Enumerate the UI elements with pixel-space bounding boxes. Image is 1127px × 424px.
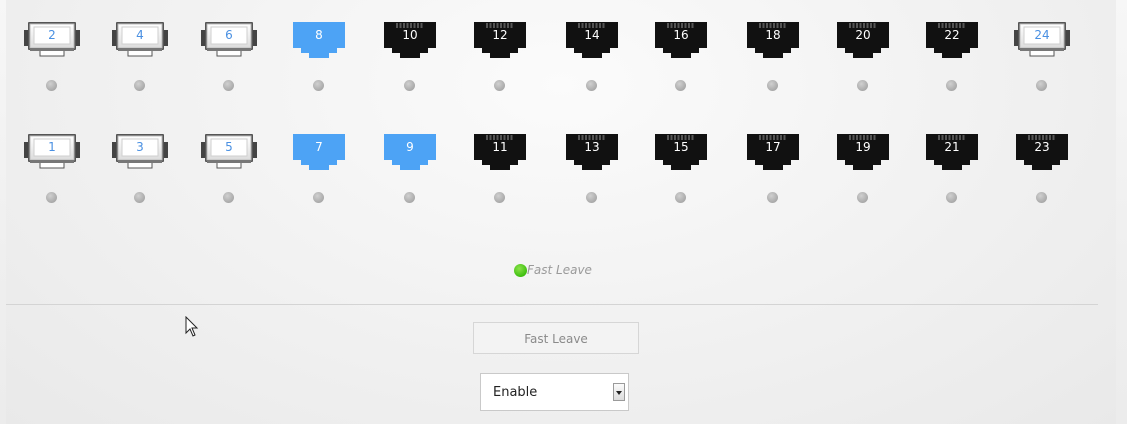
legend-label: Fast Leave	[527, 263, 592, 277]
port-panel: 2 4 6 8 10 12 14 16 18 20 22 24 1 3 5 7 9 11 13 15 17 19 21 23 …	[6, 0, 1116, 424]
port-number: 16	[673, 28, 689, 42]
port-14[interactable]: 14	[562, 20, 622, 62]
fast-leave-select[interactable]: Enable	[480, 373, 629, 411]
port-status-led	[586, 192, 597, 203]
port-status-led	[494, 192, 505, 203]
port-number: 20	[855, 28, 871, 42]
port-status-led	[1036, 80, 1047, 91]
port-number: 14	[584, 28, 600, 42]
port-number: 9	[406, 140, 414, 154]
port-status-led	[675, 192, 686, 203]
port-status-led	[223, 80, 234, 91]
port-number: 1	[48, 140, 56, 154]
port-number: 8	[315, 28, 323, 42]
legend-green-dot-icon	[514, 264, 527, 277]
port-status-led	[313, 192, 324, 203]
mouse-pointer-icon	[185, 316, 199, 337]
port-status-led	[767, 80, 778, 91]
chevron-down-icon[interactable]	[613, 383, 625, 401]
port-status-led	[946, 80, 957, 91]
port-18[interactable]: 18	[743, 20, 803, 62]
port-12[interactable]: 12	[470, 20, 530, 62]
divider	[6, 304, 1098, 305]
port-20[interactable]: 20	[833, 20, 893, 62]
port-status-led	[857, 192, 868, 203]
port-22[interactable]: 22	[922, 20, 982, 62]
port-status-led	[1036, 192, 1047, 203]
port-15[interactable]: 15	[651, 132, 711, 174]
port-status-led	[134, 192, 145, 203]
port-number: 3	[136, 140, 144, 154]
port-status-led	[494, 80, 505, 91]
port-status-led	[134, 80, 145, 91]
port-11[interactable]: 11	[470, 132, 530, 174]
port-17[interactable]: 17	[743, 132, 803, 174]
port-number: 7	[315, 140, 323, 154]
port-status-led	[586, 80, 597, 91]
port-status-led	[404, 192, 415, 203]
port-7[interactable]: 7	[289, 132, 349, 174]
fast-leave-select-value: Enable	[493, 385, 538, 400]
port-number: 21	[944, 140, 960, 154]
port-number: 10	[402, 28, 418, 42]
port-10[interactable]: 10	[380, 20, 440, 62]
port-number: 2	[48, 28, 56, 42]
port-5[interactable]: 5	[199, 132, 259, 174]
port-status-led	[857, 80, 868, 91]
port-4[interactable]: 4	[110, 20, 170, 62]
port-status-led	[46, 192, 57, 203]
port-3[interactable]: 3	[110, 132, 170, 174]
port-number: 4	[136, 28, 144, 42]
port-21[interactable]: 21	[922, 132, 982, 174]
port-number: 19	[855, 140, 871, 154]
port-2[interactable]: 2	[22, 20, 82, 62]
port-number: 22	[944, 28, 960, 42]
port-number: 18	[765, 28, 781, 42]
port-16[interactable]: 16	[651, 20, 711, 62]
port-number: 5	[225, 140, 233, 154]
port-24[interactable]: 24	[1012, 20, 1072, 62]
port-number: 13	[584, 140, 600, 154]
port-number: 24	[1034, 28, 1050, 42]
port-status-led	[946, 192, 957, 203]
port-status-led	[404, 80, 415, 91]
port-number: 11	[492, 140, 508, 154]
port-13[interactable]: 13	[562, 132, 622, 174]
port-19[interactable]: 19	[833, 132, 893, 174]
port-status-led	[46, 80, 57, 91]
port-9[interactable]: 9	[380, 132, 440, 174]
port-status-led	[675, 80, 686, 91]
port-23[interactable]: 23	[1012, 132, 1072, 174]
port-8[interactable]: 8	[289, 20, 349, 62]
fast-leave-button[interactable]: Fast Leave	[473, 322, 639, 354]
port-status-led	[223, 192, 234, 203]
port-status-led	[313, 80, 324, 91]
port-number: 12	[492, 28, 508, 42]
port-status-led	[767, 192, 778, 203]
port-number: 6	[225, 28, 233, 42]
port-1[interactable]: 1	[22, 132, 82, 174]
port-number: 17	[765, 140, 781, 154]
port-number: 15	[673, 140, 689, 154]
port-6[interactable]: 6	[199, 20, 259, 62]
port-number: 23	[1034, 140, 1050, 154]
